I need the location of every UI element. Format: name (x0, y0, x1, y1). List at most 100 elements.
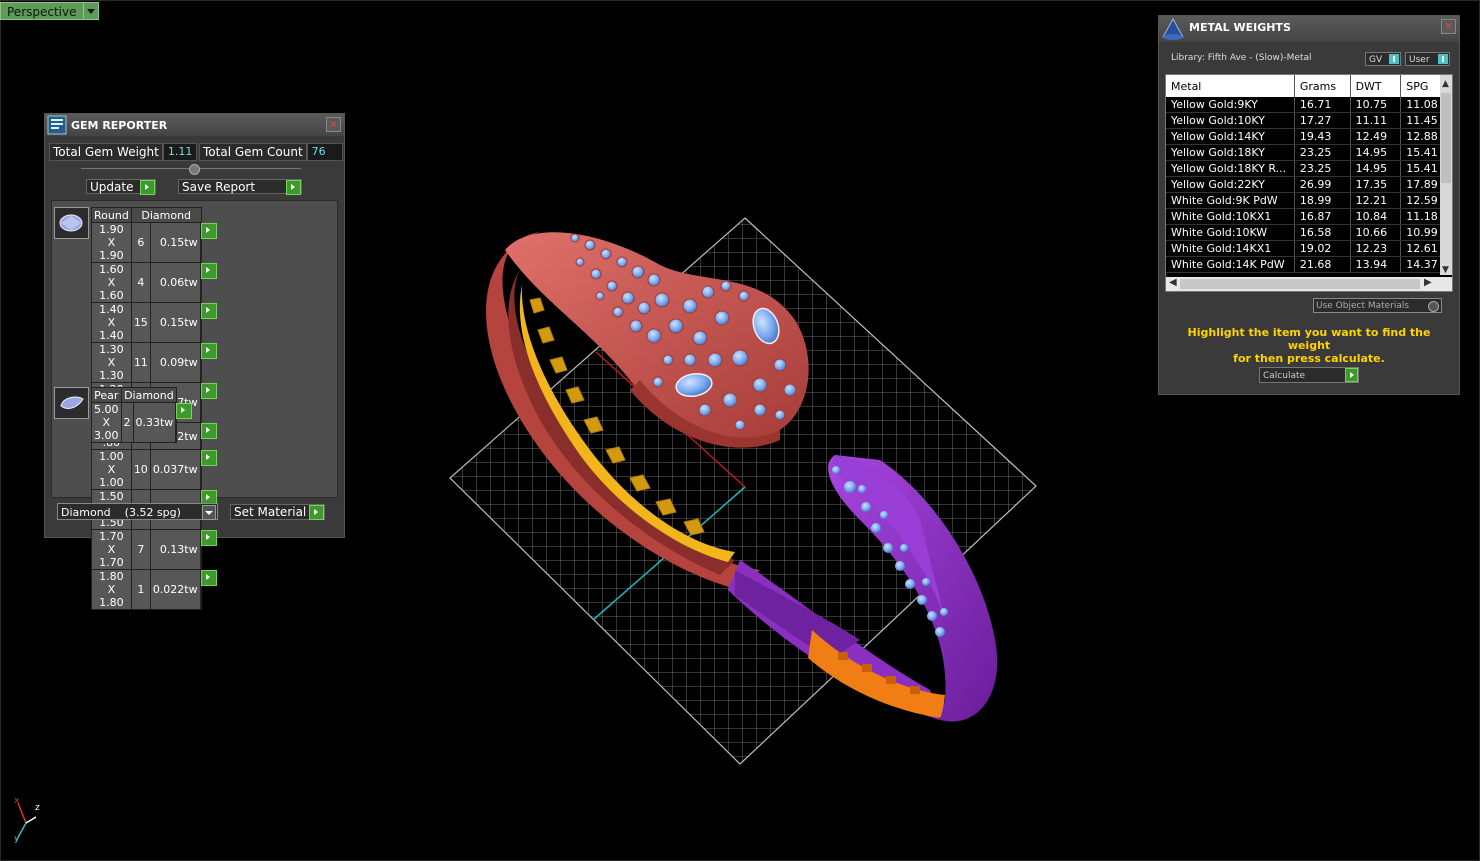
viewport-label[interactable]: Perspective (0, 2, 99, 20)
metal-dwt: 12.23 (1350, 240, 1402, 257)
scroll-thumb[interactable] (1441, 93, 1451, 183)
play-icon (200, 423, 217, 439)
metal-row[interactable]: Yellow Gold:18KY 23.25 14.95 15.41 (1166, 144, 1452, 161)
metal-row[interactable]: Yellow Gold:14KY 19.43 12.49 12.88 (1166, 128, 1452, 145)
select-gems-button[interactable] (199, 422, 217, 450)
metal-row[interactable]: White Gold:9K PdW 18.99 12.21 12.59 (1166, 192, 1452, 209)
select-gems-button[interactable] (199, 449, 217, 490)
metal-grams: 26.99 (1294, 176, 1351, 193)
use-object-materials-toggle[interactable]: Use Object Materials (1313, 298, 1442, 313)
metal-row[interactable]: White Gold:10KX1 16.87 10.84 11.18 (1166, 208, 1452, 225)
collapse-toggle-icon[interactable] (189, 164, 200, 175)
select-gems-button[interactable] (199, 569, 217, 610)
y-axis-label: y (14, 834, 20, 844)
scroll-up-icon[interactable]: ▲ (1442, 79, 1449, 89)
metal-row[interactable]: Yellow Gold:22KY 26.99 17.35 17.89 (1166, 176, 1452, 193)
select-gems-button[interactable] (199, 529, 217, 570)
select-gems-button[interactable] (199, 382, 217, 423)
instruction-text: Highlight the item you want to find the … (1169, 326, 1449, 365)
metal-name: Yellow Gold:9KY (1166, 97, 1295, 113)
gem-row[interactable]: 1.70 X 1.70 7 0.13tw (91, 529, 217, 570)
user-toggle-label: User (1409, 55, 1430, 65)
col-metal-header[interactable]: Metal (1166, 75, 1295, 97)
metal-name: Yellow Gold:18KY R... (1166, 160, 1295, 177)
viewport-name[interactable]: Perspective (0, 2, 84, 20)
metal-weights-panel: METAL WEIGHTS × Library: Fifth Ave - (Sl… (1158, 15, 1460, 395)
gem-total-weight: 0.09tw (149, 342, 201, 383)
gem-count: 6 (130, 222, 151, 263)
horizontal-scrollbar[interactable]: ◀ ▶ (1166, 277, 1452, 291)
gem-row[interactable]: 1.30 X 1.30 11 0.09tw (91, 342, 217, 383)
select-gems-button[interactable] (175, 402, 193, 443)
play-icon (200, 530, 217, 546)
save-report-button[interactable]: Save Report (178, 179, 302, 195)
viewport-dropdown-icon[interactable] (83, 2, 99, 20)
gem-size: 1.30 X 1.30 (91, 342, 132, 383)
select-gems-button[interactable] (199, 222, 217, 263)
metal-weights-app-icon (1162, 17, 1184, 40)
gem-total-weight: 0.15tw (149, 302, 201, 343)
gem-reporter-title: GEM REPORTER (71, 118, 168, 132)
metal-grams: 16.58 (1294, 224, 1351, 241)
gem-reporter-titlebar[interactable]: GEM REPORTER × (45, 114, 344, 136)
gem-size: 1.00 X 1.00 (91, 449, 132, 490)
material-select[interactable]: Diamond (3.52 spg) (57, 503, 218, 520)
metal-row[interactable]: White Gold:10KW 16.58 10.66 10.99 (1166, 224, 1452, 241)
gem-row[interactable]: 1.80 X 1.80 1 0.022tw (91, 569, 217, 610)
metal-row[interactable]: White Gold:14KX1 19.02 12.23 12.61 (1166, 240, 1452, 257)
metal-grams: 19.43 (1294, 128, 1351, 145)
scroll-right-icon[interactable]: ▶ (1424, 277, 1432, 288)
metal-dwt: 12.21 (1350, 192, 1402, 209)
metal-row[interactable]: Yellow Gold:9KY 16.71 10.75 11.08 (1166, 97, 1452, 113)
gem-row[interactable]: 1.90 X 1.90 6 0.15tw (91, 222, 217, 263)
gem-row[interactable]: 1.60 X 1.60 4 0.06tw (91, 262, 217, 303)
metal-dwt: 12.49 (1350, 128, 1402, 145)
calculate-button[interactable]: Calculate (1259, 367, 1359, 383)
metal-row[interactable]: Yellow Gold:10KY 17.27 11.11 11.45 (1166, 112, 1452, 129)
metal-table[interactable]: Metal Grams DWT SPG Yellow Gold:9KY 16.71… (1165, 74, 1453, 292)
scroll-down-icon[interactable]: ▼ (1442, 265, 1449, 275)
gem-row[interactable]: 5.00 X 3.00 2 0.33tw (91, 402, 193, 443)
metal-grams: 16.71 (1294, 97, 1351, 113)
pear-gem-thumbnail[interactable] (54, 387, 89, 419)
metal-weights-titlebar[interactable]: METAL WEIGHTS × (1159, 16, 1459, 42)
metal-name: White Gold:10KW (1166, 224, 1295, 241)
metal-row[interactable]: Yellow Gold:18KY R... 23.25 14.95 15.41 (1166, 160, 1452, 177)
metal-name: Yellow Gold:18KY (1166, 144, 1295, 161)
instruction-line-1: Highlight the item you want to find the … (1187, 326, 1431, 352)
select-gems-button[interactable] (199, 342, 217, 383)
metal-dwt: 14.95 (1350, 144, 1402, 161)
chevron-down-icon[interactable] (202, 505, 216, 520)
update-button[interactable]: Update (86, 179, 156, 195)
play-icon (176, 403, 193, 419)
gem-list: Round Diamond 1.90 X 1.90 6 0.15tw 1.60 X 1… (51, 200, 338, 610)
gv-toggle[interactable]: GV (1365, 52, 1401, 66)
gem-row[interactable]: 1.00 X 1.00 10 0.037tw (91, 449, 217, 490)
play-icon (200, 450, 217, 466)
metal-table-grid: Metal Grams DWT SPG Yellow Gold:9KY 16.71… (1166, 75, 1452, 273)
select-gems-button[interactable] (199, 302, 217, 343)
scroll-left-icon[interactable]: ◀ (1169, 277, 1177, 288)
gem-row[interactable]: 1.40 X 1.40 15 0.15tw (91, 302, 217, 343)
calculate-button-label: Calculate (1263, 371, 1306, 381)
col-dwt-header[interactable]: DWT (1350, 75, 1402, 97)
horizontal-scroll-thumb[interactable] (1180, 279, 1420, 289)
col-grams-header[interactable]: Grams (1294, 75, 1351, 97)
metal-row[interactable]: White Gold:14K PdW 21.68 13.94 14.37 (1166, 256, 1452, 273)
material-select-value: Diamond (3.52 spg) (61, 506, 181, 519)
close-icon[interactable]: × (326, 117, 341, 132)
round-gem-thumbnail[interactable] (54, 207, 89, 239)
z-axis-label: z (35, 803, 40, 813)
gem-count: 11 (130, 342, 151, 383)
metal-name: Yellow Gold:10KY (1166, 112, 1295, 129)
play-icon (140, 180, 155, 195)
set-material-button[interactable]: Set Material (230, 504, 325, 520)
user-toggle[interactable]: User (1405, 52, 1450, 66)
gem-size: 1.80 X 1.80 (91, 569, 132, 610)
radio-icon[interactable] (1428, 301, 1439, 312)
play-icon (200, 263, 217, 279)
close-icon[interactable]: × (1441, 19, 1456, 34)
metal-dwt: 10.75 (1350, 97, 1402, 113)
select-gems-button[interactable] (199, 262, 217, 303)
vertical-scrollbar[interactable]: ▲ ▼ (1440, 75, 1452, 275)
